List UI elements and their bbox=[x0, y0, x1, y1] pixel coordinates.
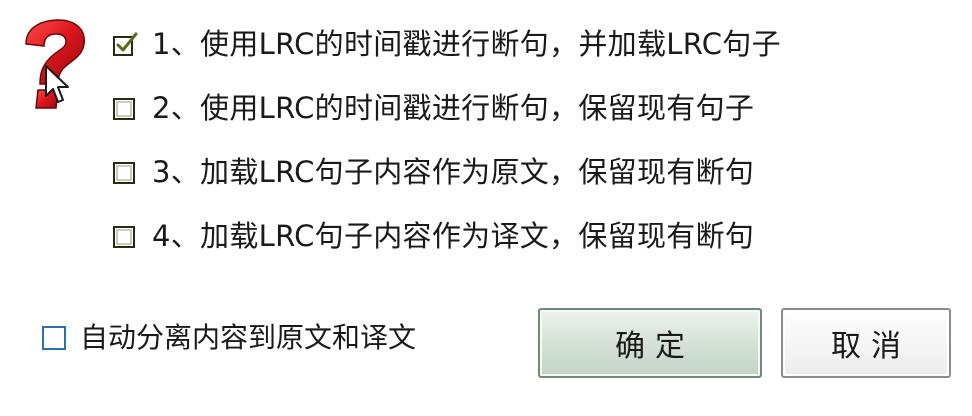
option-2[interactable]: 2、使用LRC的时间戳进行断句，保留现有句子 bbox=[112, 86, 781, 130]
lrc-import-dialog: 1、使用LRC的时间戳进行断句，并加载LRC句子 2、使用LRC的时间戳进行断句… bbox=[0, 0, 972, 416]
auto-split-checkbox-box[interactable] bbox=[42, 326, 66, 350]
option-4[interactable]: 4、加载LRC句子内容作为译文，保留现有断句 bbox=[112, 214, 781, 258]
option-1-label: 1、使用LRC的时间戳进行断句，并加载LRC句子 bbox=[152, 27, 781, 61]
checkbox-icon[interactable] bbox=[112, 159, 138, 185]
checkbox-icon[interactable] bbox=[112, 95, 138, 121]
auto-split-label: 自动分离内容到原文和译文 bbox=[80, 321, 417, 354]
ok-button[interactable]: 确定 bbox=[538, 308, 762, 378]
import-options-list: 1、使用LRC的时间戳进行断句，并加载LRC句子 2、使用LRC的时间戳进行断句… bbox=[112, 22, 781, 258]
option-2-label: 2、使用LRC的时间戳进行断句，保留现有句子 bbox=[152, 91, 755, 125]
auto-split-checkbox[interactable]: 自动分离内容到原文和译文 bbox=[42, 320, 416, 356]
option-3-label: 3、加载LRC句子内容作为原文，保留现有断句 bbox=[152, 155, 755, 189]
option-1[interactable]: 1、使用LRC的时间戳进行断句，并加载LRC句子 bbox=[112, 22, 781, 66]
option-3[interactable]: 3、加载LRC句子内容作为原文，保留现有断句 bbox=[112, 150, 781, 194]
cancel-button[interactable]: 取消 bbox=[781, 308, 951, 378]
mouse-cursor-icon bbox=[45, 65, 69, 103]
checkbox-icon[interactable] bbox=[112, 223, 138, 249]
checked-checkbox-icon[interactable] bbox=[112, 31, 138, 57]
option-4-label: 4、加载LRC句子内容作为译文，保留现有断句 bbox=[152, 219, 755, 253]
